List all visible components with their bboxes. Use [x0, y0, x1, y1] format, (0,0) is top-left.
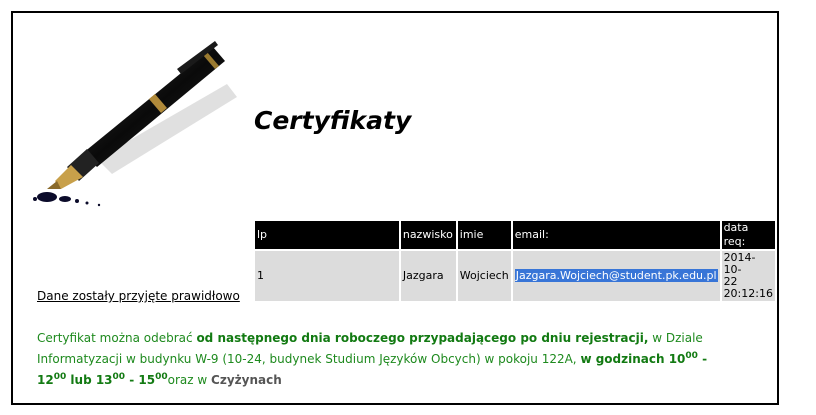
time-value: 20:12:16	[723, 287, 773, 300]
column-header-lp: lp	[255, 221, 399, 249]
column-header-email: email:	[512, 221, 720, 249]
column-header-nazwisko: nazwisko	[400, 221, 456, 249]
email-link-selected[interactable]: Jazgara.Wojciech@student.pk.edu.pl	[514, 269, 718, 282]
table-header-row: lp nazwisko imie email: data req:	[255, 221, 775, 249]
column-header-data-req: data req:	[721, 221, 775, 249]
cell-date: 2014-10- 22 20:12:16	[721, 251, 775, 301]
column-header-imie: imie	[457, 221, 511, 249]
cell-email[interactable]: Jazgara.Wojciech@student.pk.edu.pl	[512, 251, 720, 301]
info-location: Czyżynach	[211, 373, 282, 387]
fountain-pen-illustration	[33, 41, 237, 207]
cell-lp: 1	[255, 251, 399, 301]
info-text-1: Certyfikat można odebrać	[37, 331, 197, 345]
table-row: 1 Jazgara Wojciech Jazgara.Wojciech@stud…	[255, 251, 775, 301]
success-message: Dane zostały przyjęte prawidłowo	[37, 289, 240, 303]
certificates-table: lp nazwisko imie email: data req: 1 Jazg…	[253, 219, 777, 303]
info-text-4: oraz w	[167, 373, 212, 387]
pickup-info: Certyfikat można odebrać od następnego d…	[37, 329, 737, 389]
content-frame: Certyfikaty lp nazwisko imie email: data…	[11, 11, 779, 405]
page-title: Certyfikaty	[254, 106, 412, 135]
cell-nazwisko: Jazgara	[400, 251, 456, 301]
info-text-2: od następnego dnia roboczego przypadając…	[196, 331, 649, 345]
date-line-1: 2014-10-	[723, 251, 756, 276]
cell-imie: Wojciech	[457, 251, 511, 301]
